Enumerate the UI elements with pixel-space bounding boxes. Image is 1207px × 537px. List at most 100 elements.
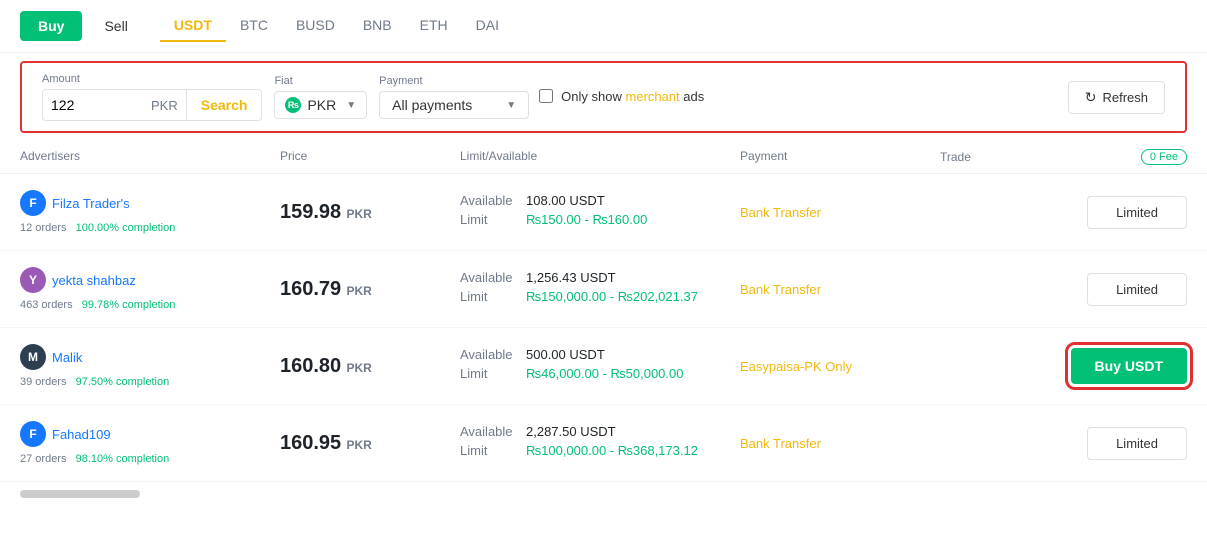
advertiser-name[interactable]: Fahad109 (52, 427, 111, 442)
payment-chevron-icon: ▼ (506, 100, 516, 111)
currency-tab-eth[interactable]: ETH (406, 10, 462, 42)
fiat-chevron-icon: ▼ (346, 100, 356, 111)
merchant-link[interactable]: merchant (625, 89, 679, 104)
limit-label: Limit (460, 289, 518, 304)
available-label: Available (460, 193, 518, 208)
payment-tag: Easypaisa-PK Only (740, 359, 852, 374)
payment-tag: Bank Transfer (740, 282, 821, 297)
available-row: Available 1,256.43 USDT (460, 270, 740, 285)
refresh-button[interactable]: ↻ Refresh (1068, 81, 1165, 114)
trade-col: Limited (940, 196, 1187, 229)
fiat-value: PKR (307, 97, 336, 113)
available-row: Available 500.00 USDT (460, 347, 740, 362)
payment-col: Bank Transfer (740, 205, 940, 220)
limit-row: Limit ₨100,000.00 - ₨368,173.12 (460, 443, 740, 458)
avatar: M (20, 344, 46, 370)
advertiser-stats: 12 orders 100.00% completion (20, 222, 280, 234)
currency-tab-busd[interactable]: BUSD (282, 10, 349, 42)
available-row: Available 108.00 USDT (460, 193, 740, 208)
fiat-label: Fiat (274, 75, 367, 87)
buy-tab-button[interactable]: Buy (20, 11, 82, 41)
currency-tab-usdt[interactable]: USDT (160, 10, 226, 42)
advertiser-stats: 463 orders 99.78% completion (20, 299, 280, 311)
amount-input[interactable] (43, 90, 143, 120)
filter-bar: Amount PKR Search Fiat ₨ PKR ▼ Payment A… (20, 61, 1187, 133)
amount-input-wrap: PKR Search (42, 89, 262, 121)
price-col: 160.79 PKR (280, 278, 460, 301)
avatar: F (20, 421, 46, 447)
advertiser-info: F Filza Trader's 12 orders 100.00% compl… (20, 190, 280, 234)
fee-badge: 0 Fee (1141, 149, 1187, 165)
price-currency: PKR (343, 284, 372, 298)
currency-tab-bnb[interactable]: BNB (349, 10, 406, 42)
payment-col: Bank Transfer (740, 436, 940, 451)
sell-tab-button[interactable]: Sell (86, 11, 145, 41)
available-value: 500.00 USDT (526, 347, 605, 362)
limited-button[interactable]: Limited (1087, 196, 1187, 229)
limit-range: ₨46,000.00 - ₨50,000.00 (526, 366, 684, 381)
header-advertisers: Advertisers (20, 149, 280, 165)
refresh-label: Refresh (1102, 90, 1148, 105)
limit-row: Limit ₨46,000.00 - ₨50,000.00 (460, 366, 740, 381)
limit-col: Available 2,287.50 USDT Limit ₨100,000.0… (460, 424, 740, 462)
fiat-group: Fiat ₨ PKR ▼ (274, 75, 367, 119)
limit-range: ₨100,000.00 - ₨368,173.12 (526, 443, 698, 458)
merchant-check-group: Only show merchant ads (539, 89, 704, 106)
table-row: F Fahad109 27 orders 98.10% completion 1… (0, 405, 1207, 482)
header-trade: Trade 0 Fee (940, 149, 1187, 165)
advertiser-name-row: F Filza Trader's (20, 190, 280, 216)
trade-col: Limited (940, 273, 1187, 306)
currency-tab-btc[interactable]: BTC (226, 10, 282, 42)
trade-col: Buy USDT (940, 348, 1187, 384)
limited-button[interactable]: Limited (1087, 273, 1187, 306)
currency-tab-dai[interactable]: DAI (462, 10, 513, 42)
advertiser-name[interactable]: Filza Trader's (52, 196, 130, 211)
refresh-icon: ↻ (1085, 89, 1097, 106)
merchant-checkbox[interactable] (539, 89, 553, 103)
payment-label: Payment (379, 75, 529, 87)
price-col: 159.98 PKR (280, 201, 460, 224)
trade-col: Limited (940, 427, 1187, 460)
advertiser-name-row: M Malik (20, 344, 280, 370)
available-value: 108.00 USDT (526, 193, 605, 208)
advertiser-name[interactable]: yekta shahbaz (52, 273, 136, 288)
advertiser-name[interactable]: Malik (52, 350, 82, 365)
limit-col: Available 108.00 USDT Limit ₨150.00 - ₨1… (460, 193, 740, 231)
avatar: F (20, 190, 46, 216)
fiat-dot-icon: ₨ (285, 97, 301, 113)
limit-label: Limit (460, 212, 518, 227)
available-value: 2,287.50 USDT (526, 424, 616, 439)
limited-button[interactable]: Limited (1087, 427, 1187, 460)
limit-col: Available 1,256.43 USDT Limit ₨150,000.0… (460, 270, 740, 308)
available-label: Available (460, 424, 518, 439)
trade-label: Trade (940, 150, 971, 164)
limit-col: Available 500.00 USDT Limit ₨46,000.00 -… (460, 347, 740, 385)
table-row: M Malik 39 orders 97.50% completion 160.… (0, 328, 1207, 405)
table-row: F Filza Trader's 12 orders 100.00% compl… (0, 174, 1207, 251)
price-currency: PKR (343, 438, 372, 452)
amount-group: Amount PKR Search (42, 73, 262, 121)
limit-range: ₨150.00 - ₨160.00 (526, 212, 647, 227)
payment-value: All payments (392, 97, 472, 113)
table-row: Y yekta shahbaz 463 orders 99.78% comple… (0, 251, 1207, 328)
amount-currency-label: PKR (143, 98, 186, 113)
advertiser-info: F Fahad109 27 orders 98.10% completion (20, 421, 280, 465)
payment-select[interactable]: All payments ▼ (379, 91, 529, 119)
payment-tag: Bank Transfer (740, 205, 821, 220)
fiat-select[interactable]: ₨ PKR ▼ (274, 91, 367, 119)
available-label: Available (460, 347, 518, 362)
available-row: Available 2,287.50 USDT (460, 424, 740, 439)
limit-row: Limit ₨150.00 - ₨160.00 (460, 212, 740, 227)
price-col: 160.95 PKR (280, 432, 460, 455)
top-bar: Buy Sell USDT BTC BUSD BNB ETH DAI (0, 0, 1207, 53)
price-currency: PKR (343, 207, 372, 221)
advertiser-stats: 27 orders 98.10% completion (20, 453, 280, 465)
limit-label: Limit (460, 366, 518, 381)
search-button[interactable]: Search (186, 90, 262, 120)
price-col: 160.80 PKR (280, 355, 460, 378)
scrollbar-thumb[interactable] (20, 490, 140, 498)
available-label: Available (460, 270, 518, 285)
limit-row: Limit ₨150,000.00 - ₨202,021.37 (460, 289, 740, 304)
avatar: Y (20, 267, 46, 293)
buy-usdt-button[interactable]: Buy USDT (1071, 348, 1187, 384)
